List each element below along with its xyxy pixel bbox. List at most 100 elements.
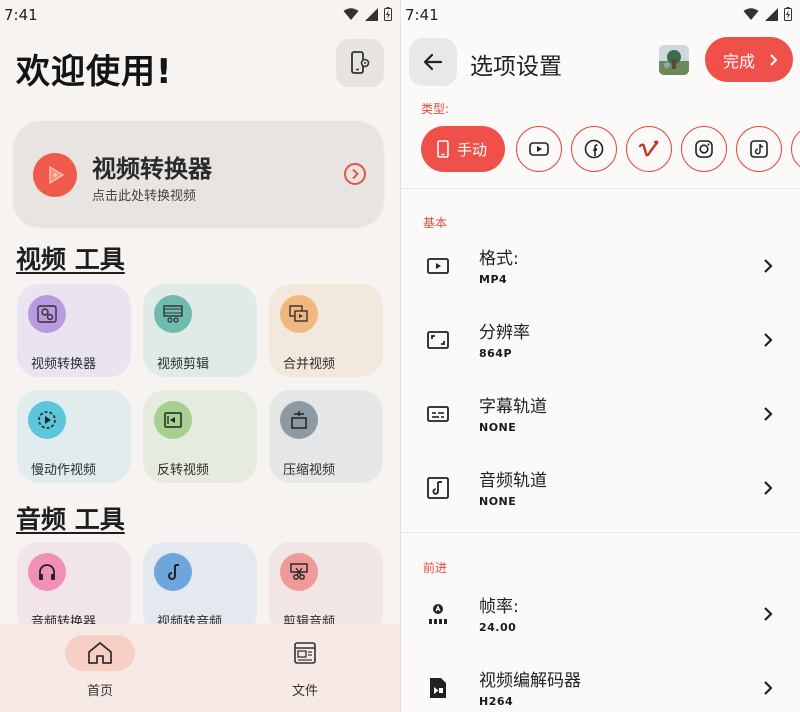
video-tool-tile[interactable]: 反转视频 — [143, 390, 257, 483]
audio-cut-icon — [280, 553, 318, 591]
audio-track-value: NONE — [479, 495, 517, 508]
subtitles-icon — [426, 402, 450, 426]
type-chip-instagram[interactable] — [681, 126, 727, 172]
video-codec-value: H264 — [479, 695, 514, 708]
resolution-value: 864P — [479, 347, 513, 360]
nav-home-label: 首页 — [86, 684, 113, 699]
vimeo-icon — [639, 140, 659, 157]
arrow-left-icon — [423, 53, 443, 71]
video-codec-title: 视频编解码器 — [479, 671, 581, 691]
video-tool-tile-label: 压缩视频 — [283, 463, 336, 478]
basic-section-label: 基本 — [423, 216, 448, 230]
type-chip-facebook[interactable] — [571, 126, 617, 172]
hero-subtitle: 点击此处转换视频 — [92, 189, 197, 204]
divider — [401, 188, 800, 189]
chevron-right-circle-icon — [344, 163, 366, 185]
wifi-icon — [343, 7, 359, 20]
video-tool-tile-label: 反转视频 — [157, 463, 210, 478]
facebook-icon — [584, 139, 604, 159]
hero-title: 视频转换器 — [92, 155, 212, 183]
format-title: 格式: — [479, 249, 519, 269]
page-title: 选项设置 — [470, 54, 562, 80]
type-chip-vimeo[interactable] — [626, 126, 672, 172]
video-tool-tile[interactable]: 视频转换器 — [17, 284, 131, 377]
type-chip-tiktok[interactable] — [736, 126, 782, 172]
video-tool-tile-label: 视频剪辑 — [157, 357, 210, 372]
advanced-section-label: 前进 — [423, 561, 448, 575]
format-row[interactable]: 格式: MP4 — [401, 230, 800, 304]
gear-video-icon — [28, 295, 66, 333]
type-chip-manual[interactable]: 手动 — [421, 126, 505, 172]
audio-track-row[interactable]: 音频轨道 NONE — [401, 452, 800, 526]
nav-files[interactable]: 文件 — [240, 624, 370, 712]
status-time: 7:41 — [405, 6, 439, 24]
done-button[interactable]: 完成 — [705, 37, 793, 82]
video-thumbnail[interactable] — [659, 45, 689, 75]
device-settings-button[interactable] — [336, 39, 384, 87]
slow-motion-icon — [28, 401, 66, 439]
home-screen: 7:41 欢迎使用! 视频转换器 点击此处转换视频 视频 工具 视频转换器视频剪… — [0, 0, 400, 712]
subtitle-track-row[interactable]: 字幕轨道 NONE — [401, 378, 800, 452]
type-selector: 手动 — [421, 125, 800, 173]
video-converter-card[interactable]: 视频转换器 点击此处转换视频 — [14, 121, 383, 225]
chevron-right-icon — [764, 259, 773, 273]
chevron-right-icon — [764, 607, 773, 621]
welcome-title: 欢迎使用! — [16, 52, 173, 92]
instagram-icon — [695, 140, 713, 158]
audio-tools-heading: 音频 工具 — [16, 505, 125, 534]
music-note-icon — [154, 553, 192, 591]
video-tool-tile[interactable]: 合并视频 — [269, 284, 383, 377]
chevron-right-icon — [764, 481, 773, 495]
status-bar: 7:41 — [401, 0, 800, 30]
done-label: 完成 — [723, 51, 756, 71]
status-time: 7:41 — [4, 6, 38, 24]
frame-rate-title: 帧率: — [479, 597, 519, 617]
audio-track-icon — [426, 476, 450, 500]
merge-video-icon — [280, 295, 318, 333]
options-screen: 7:41 选项设置 完成 类型: 手动 基本 格式: MP4 分辨率 864P … — [400, 0, 800, 712]
type-chip-more[interactable] — [791, 126, 800, 172]
nav-files-label: 文件 — [291, 684, 318, 699]
app-logo-icon — [33, 153, 77, 197]
battery-icon — [384, 7, 392, 21]
nav-files-pill — [270, 635, 340, 671]
subtitle-track-value: NONE — [479, 421, 517, 434]
files-icon — [294, 642, 316, 664]
type-chip-youtube[interactable] — [516, 126, 562, 172]
video-tools-heading: 视频 工具 — [16, 245, 125, 274]
youtube-icon — [529, 142, 549, 156]
home-icon — [88, 642, 112, 664]
video-tool-tile[interactable]: 压缩视频 — [269, 390, 383, 483]
tiktok-icon — [750, 140, 768, 158]
audio-tool-tile[interactable]: 剪辑音频 — [269, 542, 383, 635]
format-value: MP4 — [479, 273, 508, 286]
chevron-right-icon — [764, 407, 773, 421]
video-codec-icon — [426, 676, 450, 700]
video-tool-tile-label: 视频转换器 — [31, 357, 97, 372]
chevron-right-icon — [770, 53, 778, 66]
nav-home[interactable]: 首页 — [35, 624, 165, 712]
frame-rate-value: 24.00 — [479, 621, 517, 634]
audio-track-title: 音频轨道 — [479, 471, 547, 491]
audio-tool-tile[interactable]: 音频转换器 — [17, 542, 131, 635]
chevron-right-icon — [764, 681, 773, 695]
reverse-video-icon — [154, 401, 192, 439]
frame-rate-row[interactable]: 帧率: 24.00 — [401, 578, 800, 652]
video-format-icon — [426, 254, 450, 278]
back-button[interactable] — [409, 38, 457, 86]
signal-icon — [765, 7, 778, 21]
video-tool-tile[interactable]: 慢动作视频 — [17, 390, 131, 483]
compress-video-icon — [280, 401, 318, 439]
phone-gear-icon — [351, 51, 370, 74]
audio-tool-tile[interactable]: 视频转音频 — [143, 542, 257, 635]
resolution-icon — [426, 328, 450, 352]
video-tool-tile[interactable]: 视频剪辑 — [143, 284, 257, 377]
signal-icon — [365, 7, 378, 21]
video-codec-row[interactable]: 视频编解码器 H264 — [401, 652, 800, 712]
video-tool-tile-label: 合并视频 — [283, 357, 336, 372]
nav-home-pill — [65, 635, 135, 671]
resolution-row[interactable]: 分辨率 864P — [401, 304, 800, 378]
wifi-icon — [743, 7, 759, 20]
battery-icon — [784, 7, 792, 21]
bottom-navigation: 首页 文件 — [0, 624, 400, 712]
